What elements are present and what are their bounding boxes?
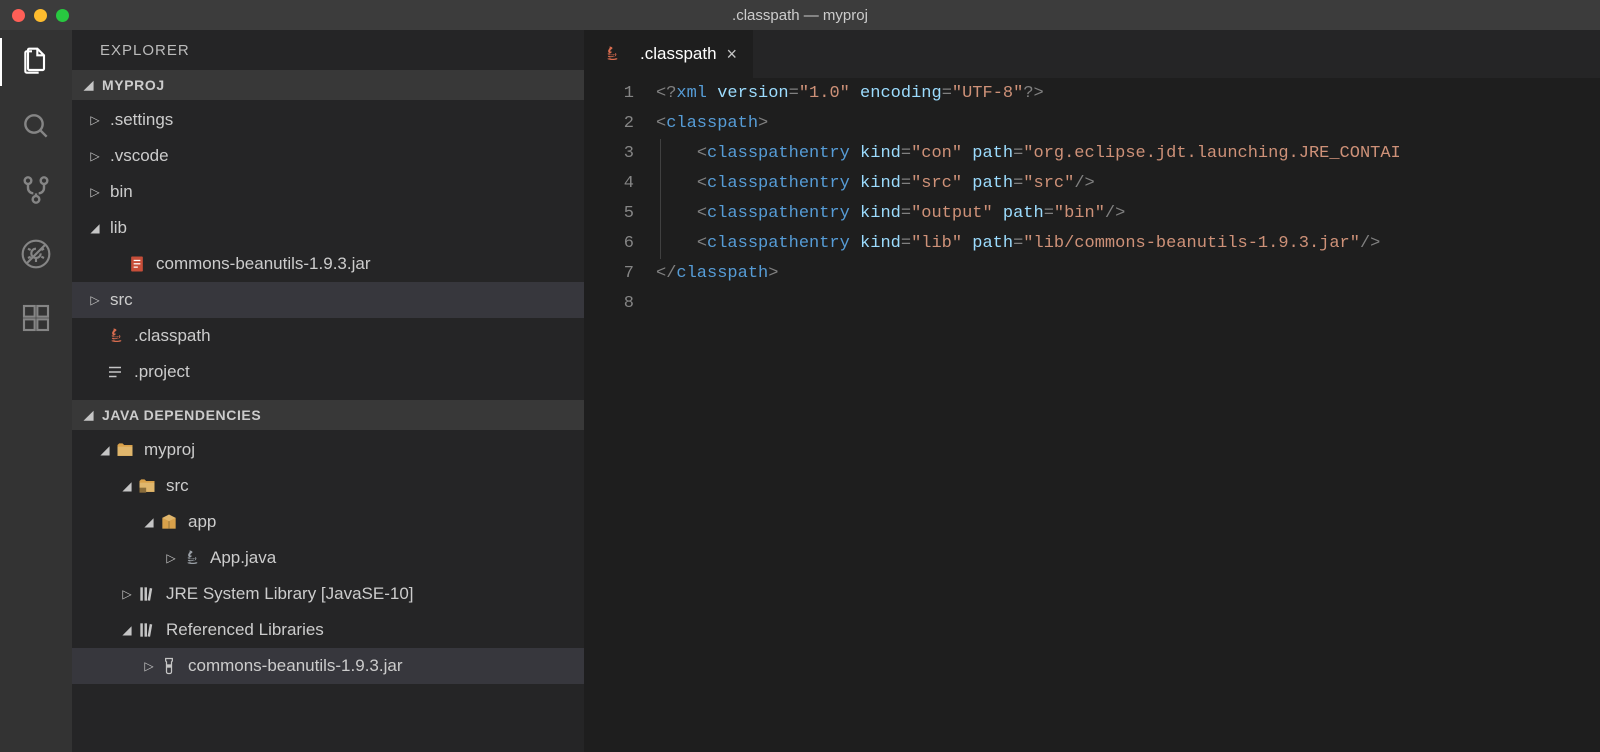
line-number: 7 bbox=[584, 259, 634, 289]
tree-item[interactable]: ▷commons-beanutils-1.9.3.jar bbox=[72, 246, 584, 282]
code-line: <classpathentry kind="src" path="src"/> bbox=[656, 169, 1600, 199]
line-number-gutter: 12345678 bbox=[584, 78, 656, 752]
maximize-window-button[interactable] bbox=[56, 9, 69, 22]
tree-item-label: Referenced Libraries bbox=[166, 620, 324, 640]
tree-item-label: App.java bbox=[210, 548, 276, 568]
code-line: <?xml version="1.0" encoding="UTF-8"?> bbox=[656, 79, 1600, 109]
close-tab-icon[interactable]: × bbox=[727, 44, 738, 65]
tree-item[interactable]: ▷ App.java bbox=[72, 540, 584, 576]
tab-bar: .classpath × bbox=[584, 30, 1600, 78]
close-window-button[interactable] bbox=[12, 9, 25, 22]
tree-item[interactable]: ▷.classpath bbox=[72, 318, 584, 354]
tree-java-deps: ◢ myproj ◢ src ◢ app ▷ App.java ▷ JRE System Libr… bbox=[72, 430, 584, 694]
library-icon bbox=[136, 583, 158, 605]
code-line: <classpathentry kind="output" path="bin"… bbox=[656, 199, 1600, 229]
jar-light-icon bbox=[158, 655, 180, 677]
package-icon bbox=[158, 511, 180, 533]
section-header-label: MYPROJ bbox=[102, 77, 165, 93]
code-content[interactable]: <?xml version="1.0" encoding="UTF-8"?><c… bbox=[656, 78, 1600, 752]
chevron-down-icon: ◢ bbox=[86, 221, 104, 235]
editor[interactable]: 12345678 <?xml version="1.0" encoding="U… bbox=[584, 78, 1600, 752]
library-icon bbox=[136, 619, 158, 641]
code-line: <classpathentry kind="lib" path="lib/com… bbox=[656, 229, 1600, 259]
src-folder-icon bbox=[136, 475, 158, 497]
java-file-light-icon bbox=[180, 547, 202, 569]
project-icon bbox=[114, 439, 136, 461]
section-header-label: JAVA DEPENDENCIES bbox=[102, 407, 261, 423]
tree-item[interactable]: ▷ .settings bbox=[72, 102, 584, 138]
chevron-right-icon: ▷ bbox=[86, 149, 104, 163]
chevron-down-icon: ◢ bbox=[96, 443, 114, 457]
activity-bar bbox=[0, 30, 72, 752]
tree-item-label: .vscode bbox=[110, 146, 169, 166]
tree-item-label: src bbox=[110, 290, 133, 310]
window-controls bbox=[0, 9, 69, 22]
sidebar-title: EXPLORER bbox=[72, 30, 584, 70]
code-line: <classpath> bbox=[656, 109, 1600, 139]
tree-item[interactable]: ◢ myproj bbox=[72, 432, 584, 468]
tree-item-label: commons-beanutils-1.9.3.jar bbox=[156, 254, 370, 274]
chevron-down-icon: ◢ bbox=[140, 515, 158, 529]
tree-item[interactable]: ▷ .vscode bbox=[72, 138, 584, 174]
window-title: .classpath — myproj bbox=[732, 7, 868, 24]
tree-item[interactable]: ▷ JRE System Library [JavaSE-10] bbox=[72, 576, 584, 612]
tree-item-label: commons-beanutils-1.9.3.jar bbox=[188, 656, 402, 676]
chevron-right-icon: ▷ bbox=[162, 551, 180, 565]
tree-item[interactable]: ▷ bin bbox=[72, 174, 584, 210]
source-control-activity-icon[interactable] bbox=[18, 172, 54, 208]
tree-item-label: bin bbox=[110, 182, 133, 202]
code-line bbox=[656, 289, 1600, 319]
line-number: 5 bbox=[584, 199, 634, 229]
tree-item-label: app bbox=[188, 512, 216, 532]
tab-classpath[interactable]: .classpath × bbox=[584, 30, 754, 78]
chevron-right-icon: ▷ bbox=[140, 659, 158, 673]
tree-item[interactable]: ▷.project bbox=[72, 354, 584, 390]
tree-item-label: src bbox=[166, 476, 189, 496]
chevron-right-icon: ▷ bbox=[118, 587, 136, 601]
line-number: 8 bbox=[584, 289, 634, 319]
line-number: 6 bbox=[584, 229, 634, 259]
chevron-down-icon: ◢ bbox=[80, 78, 98, 92]
tree-item-label: .project bbox=[134, 362, 190, 382]
chevron-right-icon: ▷ bbox=[86, 293, 104, 307]
tree-item[interactable]: ◢ lib bbox=[72, 210, 584, 246]
tab-label: .classpath bbox=[640, 44, 717, 64]
tree-item-label: myproj bbox=[144, 440, 195, 460]
java-file-icon bbox=[104, 325, 126, 347]
line-number: 4 bbox=[584, 169, 634, 199]
chevron-down-icon: ◢ bbox=[118, 623, 136, 637]
tree-item[interactable]: ▷ src bbox=[72, 282, 584, 318]
code-line: <classpathentry kind="con" path="org.ecl… bbox=[656, 139, 1600, 169]
chevron-right-icon: ▷ bbox=[86, 113, 104, 127]
tree-item-label: JRE System Library [JavaSE-10] bbox=[166, 584, 414, 604]
java-file-icon bbox=[600, 43, 622, 65]
tree-item-label: lib bbox=[110, 218, 127, 238]
tree-item[interactable]: ◢ src bbox=[72, 468, 584, 504]
tree-item[interactable]: ▷ commons-beanutils-1.9.3.jar bbox=[72, 648, 584, 684]
section-header-java-deps[interactable]: ◢ JAVA DEPENDENCIES bbox=[72, 400, 584, 430]
extensions-activity-icon[interactable] bbox=[18, 300, 54, 336]
chevron-right-icon: ▷ bbox=[86, 185, 104, 199]
line-number: 2 bbox=[584, 109, 634, 139]
jar-icon bbox=[126, 253, 148, 275]
section-header-project[interactable]: ◢ MYPROJ bbox=[72, 70, 584, 100]
search-activity-icon[interactable] bbox=[18, 108, 54, 144]
minimize-window-button[interactable] bbox=[34, 9, 47, 22]
tree-item[interactable]: ◢ app bbox=[72, 504, 584, 540]
sidebar: EXPLORER ◢ MYPROJ ▷ .settings ▷ .vscode ▷ bin… bbox=[72, 30, 584, 752]
explorer-activity-icon[interactable] bbox=[18, 44, 54, 80]
chevron-down-icon: ◢ bbox=[118, 479, 136, 493]
line-number: 3 bbox=[584, 139, 634, 169]
tree-item-label: .classpath bbox=[134, 326, 211, 346]
chevron-down-icon: ◢ bbox=[80, 408, 98, 422]
editor-area: .classpath × 12345678 <?xml version="1.0… bbox=[584, 30, 1600, 752]
lines-file-icon bbox=[104, 361, 126, 383]
titlebar: .classpath — myproj bbox=[0, 0, 1600, 30]
tree-project: ▷.settings▷.vscode▷bin◢lib▷commons-beanu… bbox=[72, 100, 584, 400]
debug-disabled-activity-icon[interactable] bbox=[18, 236, 54, 272]
line-number: 1 bbox=[584, 79, 634, 109]
code-line: </classpath> bbox=[656, 259, 1600, 289]
tree-item-label: .settings bbox=[110, 110, 173, 130]
tree-item[interactable]: ◢ Referenced Libraries bbox=[72, 612, 584, 648]
